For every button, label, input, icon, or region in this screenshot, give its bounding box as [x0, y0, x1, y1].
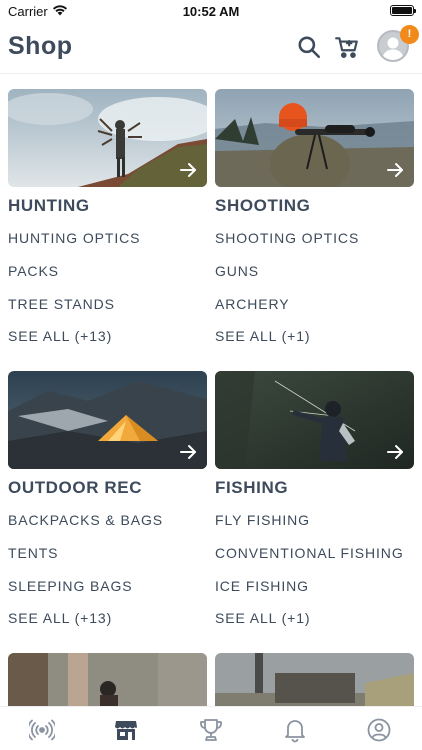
- link-see-all-hunting[interactable]: SEE ALL (+13): [8, 328, 112, 344]
- link-fly-fishing[interactable]: FLY FISHING: [215, 512, 310, 528]
- battery-icon: [390, 5, 416, 16]
- link-tree-stands[interactable]: TREE STANDS: [8, 296, 115, 312]
- store-icon[interactable]: [113, 717, 139, 743]
- category-grid: HUNTING HUNTING OPTICS PACKS TREE STANDS…: [0, 74, 422, 706]
- link-see-all-fishing[interactable]: SEE ALL (+1): [215, 610, 311, 626]
- arrow-right-icon: [387, 445, 403, 459]
- category-card-partial-left: [8, 653, 207, 706]
- link-hunting-optics[interactable]: HUNTING OPTICS: [8, 230, 140, 246]
- arrow-right-icon: [180, 163, 196, 177]
- category-card-shooting: SHOOTING SHOOTING OPTICS GUNS ARCHERY SE…: [215, 89, 414, 344]
- arrow-right-icon: [387, 163, 403, 177]
- category-title-outdoor-rec[interactable]: OUTDOOR REC: [8, 478, 142, 498]
- tab-bar: [0, 706, 422, 750]
- link-shooting-optics[interactable]: SHOOTING OPTICS: [215, 230, 359, 246]
- trophy-icon[interactable]: [198, 717, 224, 743]
- page-title: Shop: [8, 32, 73, 60]
- fishing-image[interactable]: [215, 371, 414, 469]
- category-title-hunting[interactable]: HUNTING: [8, 196, 90, 216]
- link-tents[interactable]: TENTS: [8, 545, 58, 561]
- outdoor-rec-image[interactable]: [8, 371, 207, 469]
- partial-left-photo: [8, 653, 207, 706]
- link-archery[interactable]: ARCHERY: [215, 296, 290, 312]
- category-title-shooting[interactable]: SHOOTING: [215, 196, 310, 216]
- status-bar: Carrier 10:52 AM: [0, 0, 422, 24]
- header: Shop !: [0, 25, 422, 72]
- fishing-photo: [215, 371, 414, 469]
- shooting-image[interactable]: [215, 89, 414, 187]
- shooting-photo: [215, 89, 414, 187]
- link-see-all-outdoor-rec[interactable]: SEE ALL (+13): [8, 610, 112, 626]
- category-card-partial-right: [215, 653, 414, 706]
- notification-badge: !: [400, 25, 419, 44]
- link-conventional-fishing[interactable]: CONVENTIONAL FISHING: [215, 545, 404, 561]
- clock: 10:52 AM: [182, 4, 240, 19]
- link-packs[interactable]: PACKS: [8, 263, 59, 279]
- cart-icon[interactable]: [334, 34, 360, 60]
- category-title-fishing[interactable]: FISHING: [215, 478, 288, 498]
- search-icon[interactable]: [296, 34, 322, 60]
- arrow-right-icon: [180, 445, 196, 459]
- link-ice-fishing[interactable]: ICE FISHING: [215, 578, 309, 594]
- partial-left-image[interactable]: [8, 653, 207, 706]
- partial-right-image[interactable]: [215, 653, 414, 706]
- link-backpacks-bags[interactable]: BACKPACKS & BAGS: [8, 512, 163, 528]
- category-card-fishing: FISHING FLY FISHING CONVENTIONAL FISHING…: [215, 371, 414, 626]
- bell-icon[interactable]: [282, 717, 308, 743]
- profile-icon[interactable]: [366, 717, 392, 743]
- category-card-outdoor-rec: OUTDOOR REC BACKPACKS & BAGS TENTS SLEEP…: [8, 371, 207, 626]
- link-see-all-shooting[interactable]: SEE ALL (+1): [215, 328, 311, 344]
- partial-right-photo: [215, 653, 414, 706]
- hunting-photo: [8, 89, 207, 187]
- outdoor-rec-photo: [8, 371, 207, 469]
- category-card-hunting: HUNTING HUNTING OPTICS PACKS TREE STANDS…: [8, 89, 207, 344]
- hunting-image[interactable]: [8, 89, 207, 187]
- broadcast-icon[interactable]: [29, 717, 55, 743]
- link-guns[interactable]: GUNS: [215, 263, 259, 279]
- link-sleeping-bags[interactable]: SLEEPING BAGS: [8, 578, 133, 594]
